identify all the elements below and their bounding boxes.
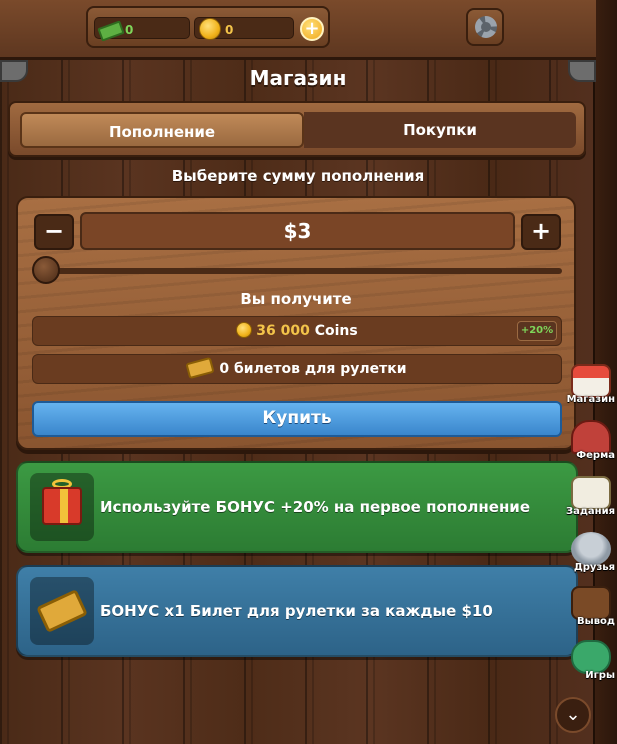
tasks-icon [571,476,611,510]
amount-panel: − $3 + Вы получите 36 000 Coins +20% 0 б… [16,196,576,450]
amount-slider-handle[interactable] [32,256,60,284]
nav-label: Друзья [573,562,615,573]
tab-topup[interactable]: Пополнение [20,112,304,148]
first-deposit-bonus-banner: Используйте БОНУС +20% на первое пополне… [16,461,578,553]
gift-icon [42,487,82,525]
page-title: Магазин [249,66,347,90]
nav-games[interactable]: Игры [553,640,617,690]
buy-button[interactable]: Купить [32,401,562,437]
farm-icon [571,420,611,454]
plus-icon: + [304,18,320,39]
friends-icon [571,532,611,566]
bonus-badge: +20% [517,321,557,341]
nav-tasks[interactable]: Задания [553,476,617,526]
chevron-down-icon: ⌄ [565,704,581,725]
ticket-icon [36,589,88,633]
nav-label: Игры [585,670,615,681]
settings-button[interactable] [466,8,504,46]
nav-withdraw[interactable]: Вывод [553,586,617,636]
coins-reward-row: 36 000 Coins +20% [32,316,562,346]
increase-button[interactable]: + [521,214,561,250]
ticket-bonus-banner: БОНУС x1 Билет для рулетки за каждые $10 [16,565,578,657]
coin-value: 0 [225,23,234,37]
receive-label: Вы получите [240,290,352,308]
coin-balance: 0 [194,17,294,40]
nav-label: Магазин [566,394,615,405]
nav-friends[interactable]: Друзья [553,532,617,582]
amount-slider-track[interactable] [44,268,562,274]
gear-icon [475,16,497,38]
ticket-icon [185,356,216,380]
coins-unit: Coins [314,323,358,339]
nav-farm[interactable]: Ферма [553,420,617,470]
nav-label: Вывод [577,616,615,627]
nav-shop[interactable]: Магазин [553,364,617,414]
section-subtitle: Выберите сумму пополнения [171,167,425,185]
coins-amount: 36 000 [256,323,310,339]
tab-bar: Пополнение Покупки [8,101,586,157]
currency-box: 0 0 + [86,6,330,48]
add-currency-button[interactable]: + [300,17,324,41]
tab-purchases[interactable]: Покупки [304,112,576,148]
cash-balance: 0 [94,17,190,42]
cash-icon [97,20,125,42]
scroll-down-button[interactable]: ⌄ [555,697,591,733]
gamepad-icon [571,640,611,674]
shop-icon [571,364,611,398]
cash-value: 0 [125,23,134,37]
coin-icon [236,322,253,338]
nav-label: Ферма [576,450,615,461]
banner-text: Используйте БОНУС +20% на первое пополне… [100,498,530,516]
coin-icon [199,18,221,40]
tickets-reward-row: 0 билетов для рулетки [32,354,562,384]
banner-icon-box [30,473,94,541]
nav-label: Задания [565,506,615,517]
wallet-icon [571,586,611,620]
amount-value: $3 [80,212,515,250]
decrease-button[interactable]: − [34,214,74,250]
tickets-text: 0 билетов для рулетки [219,361,407,377]
top-bar: 0 0 + [0,0,596,60]
banner-text: БОНУС x1 Билет для рулетки за каждые $10 [100,602,493,620]
banner-icon-box [30,577,94,645]
